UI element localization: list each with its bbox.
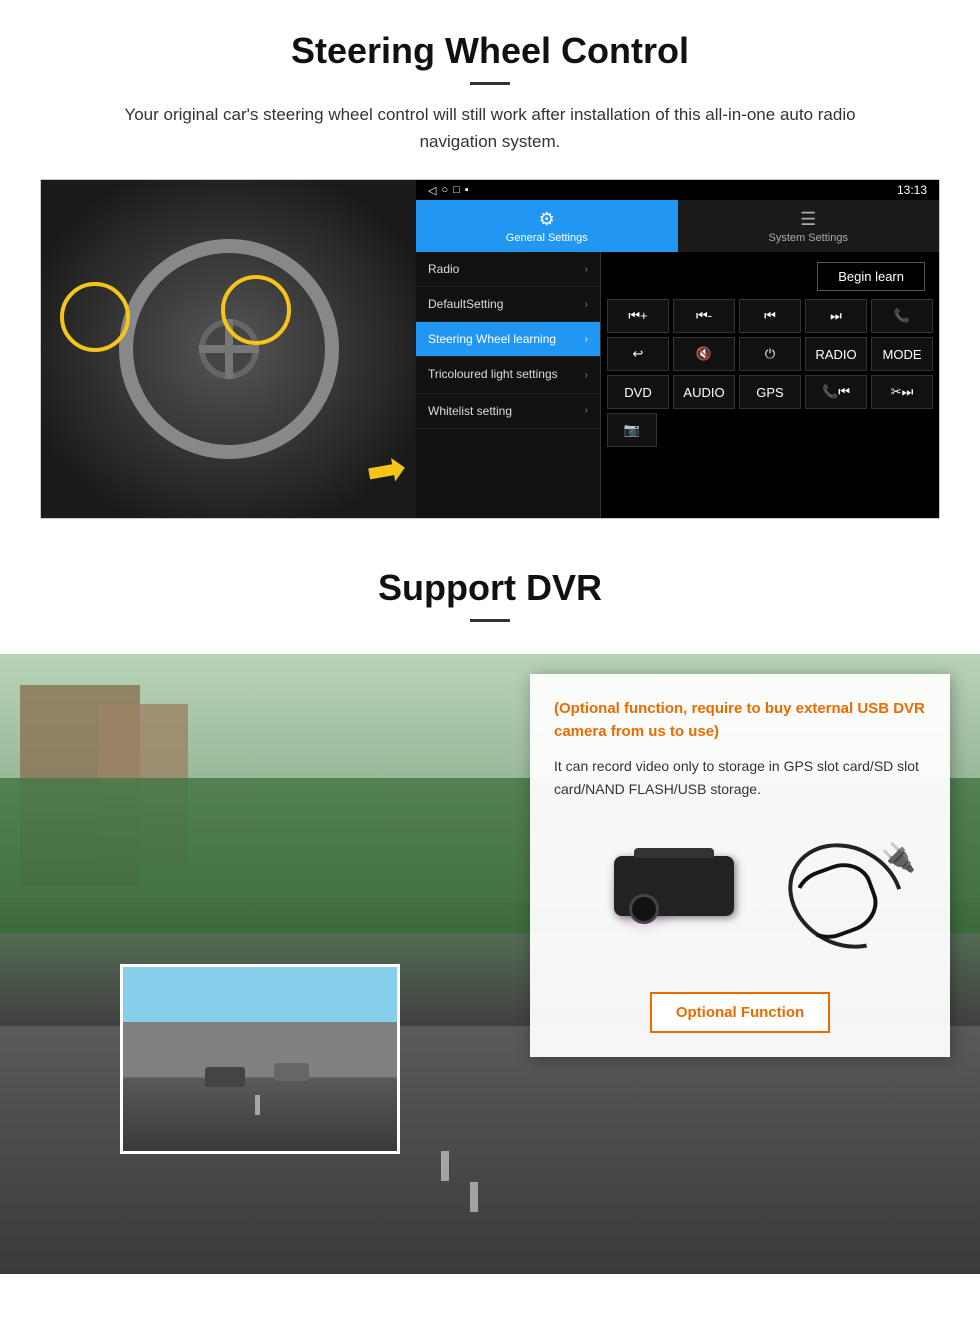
android-content: Radio › DefaultSetting › Steering Wheel … — [416, 252, 939, 518]
ctrl-call[interactable]: 📞 — [871, 299, 933, 333]
ctrl-row-2: ↩ 🔇 ⏻ RADIO MODE — [607, 337, 933, 371]
thumb-car-2 — [274, 1063, 309, 1081]
ctrl-gps[interactable]: GPS — [739, 375, 801, 409]
dvr-title: Support DVR — [40, 567, 940, 609]
highlight-left — [60, 282, 130, 352]
menu-steering-label: Steering Wheel learning — [428, 332, 556, 346]
android-statusbar: ◁ ○ □ ▪ 13:13 — [416, 180, 939, 200]
recent-icon: □ — [453, 184, 460, 196]
menu-item-default[interactable]: DefaultSetting › — [416, 287, 600, 322]
camera-top — [634, 848, 714, 858]
menu-whitelist-label: Whitelist setting — [428, 404, 512, 418]
title-divider — [470, 82, 510, 85]
gear-icon: ⚙ — [539, 209, 555, 230]
road-mark-2 — [470, 1182, 478, 1212]
tab-general[interactable]: ⚙ General Settings — [416, 200, 678, 252]
steering-description: Your original car's steering wheel contr… — [90, 101, 890, 155]
ctrl-power[interactable]: ⏻ — [739, 337, 801, 371]
usb-plug-icon: 🔌 — [881, 841, 916, 874]
dvr-street: (Optional function, require to buy exter… — [0, 654, 980, 1274]
ctrl-back[interactable]: ↩ — [607, 337, 669, 371]
control-panel: Begin learn ⏮+ ⏮- ⏮ ⏭ 📞 ↩ 🔇 ⏻ — [601, 252, 939, 518]
ctrl-cut-next[interactable]: ✂⏭ — [871, 375, 933, 409]
nav-buttons: ◁ ○ □ ▪ — [428, 184, 469, 197]
menu-icon: ▪ — [465, 184, 469, 196]
menu-default-label: DefaultSetting — [428, 297, 503, 311]
ctrl-radio[interactable]: RADIO — [805, 337, 867, 371]
ctrl-dvd[interactable]: DVD — [607, 375, 669, 409]
thumb-car-1 — [205, 1067, 245, 1087]
ctrl-row-4: 📷 — [607, 413, 933, 447]
menu-radio-label: Radio — [428, 262, 459, 276]
dvr-divider — [470, 619, 510, 622]
dvr-info-card: (Optional function, require to buy exter… — [530, 674, 950, 1057]
dvr-camera-image: 🔌 — [554, 816, 926, 976]
android-tabs: ⚙ General Settings ☰ System Settings — [416, 200, 939, 252]
ctrl-row-3: DVD AUDIO GPS 📞⏮ ✂⏭ — [607, 375, 933, 409]
optional-warning: (Optional function, require to buy exter… — [554, 698, 926, 743]
tab-system[interactable]: ☰ System Settings — [678, 200, 940, 252]
menu-item-radio[interactable]: Radio › — [416, 252, 600, 287]
dvr-description: It can record video only to storage in G… — [554, 755, 926, 800]
ctrl-vol-down[interactable]: ⏮- — [673, 299, 735, 333]
dvr-thumbnail — [120, 964, 400, 1154]
ctrl-mode[interactable]: MODE — [871, 337, 933, 371]
steering-demo: ➡ ◁ ○ □ ▪ 13:13 ⚙ General Settings — [40, 179, 940, 519]
ctrl-call-prev[interactable]: 📞⏮ — [805, 375, 867, 409]
menu-item-steering[interactable]: Steering Wheel learning › — [416, 322, 600, 357]
settings-icon: ☰ — [800, 209, 816, 230]
back-icon: ◁ — [428, 184, 436, 197]
tab-general-label: General Settings — [506, 232, 588, 244]
menu-item-whitelist[interactable]: Whitelist setting › — [416, 394, 600, 429]
menu-item-tricolour[interactable]: Tricoloured light settings › — [416, 357, 600, 394]
dvr-background: (Optional function, require to buy exter… — [0, 654, 980, 1274]
ctrl-mute[interactable]: 🔇 — [673, 337, 735, 371]
begin-learn-row: Begin learn — [607, 258, 933, 295]
chevron-icon: › — [585, 405, 588, 416]
ctrl-camera[interactable]: 📷 — [607, 413, 657, 447]
road-mark-1 — [441, 1151, 449, 1181]
android-panel: ◁ ○ □ ▪ 13:13 ⚙ General Settings ☰ Syste… — [416, 180, 939, 518]
camera-device — [614, 856, 734, 916]
ctrl-row-1: ⏮+ ⏮- ⏮ ⏭ 📞 — [607, 299, 933, 333]
begin-learn-button[interactable]: Begin learn — [817, 262, 925, 291]
dvr-thumb-inner — [123, 967, 397, 1151]
highlight-right — [221, 275, 291, 345]
tab-system-label: System Settings — [769, 232, 848, 244]
status-time: 13:13 — [897, 183, 927, 197]
steering-wheel-section: Steering Wheel Control Your original car… — [0, 0, 980, 539]
ctrl-vol-up[interactable]: ⏮+ — [607, 299, 669, 333]
steering-photo: ➡ — [41, 180, 416, 518]
camera-lens — [629, 894, 659, 924]
arrow-icon: ➡ — [361, 439, 410, 501]
ctrl-prev[interactable]: ⏮ — [739, 299, 801, 333]
menu-panel: Radio › DefaultSetting › Steering Wheel … — [416, 252, 601, 518]
ctrl-next[interactable]: ⏭ — [805, 299, 867, 333]
chevron-icon: › — [585, 264, 588, 275]
optional-function-button[interactable]: Optional Function — [650, 992, 830, 1033]
thumb-road-mark — [255, 1095, 260, 1115]
dvr-header: Support DVR — [0, 539, 980, 654]
steering-title: Steering Wheel Control — [40, 30, 940, 72]
ctrl-audio[interactable]: AUDIO — [673, 375, 735, 409]
chevron-icon: › — [585, 299, 588, 310]
menu-tricolour-label: Tricoloured light settings — [428, 367, 558, 383]
chevron-icon: › — [585, 370, 588, 381]
dvr-section: Support DVR — [0, 539, 980, 1274]
steering-wheel — [119, 239, 339, 459]
home-icon: ○ — [441, 184, 448, 196]
steering-bg: ➡ — [41, 180, 416, 518]
chevron-icon: › — [585, 334, 588, 345]
